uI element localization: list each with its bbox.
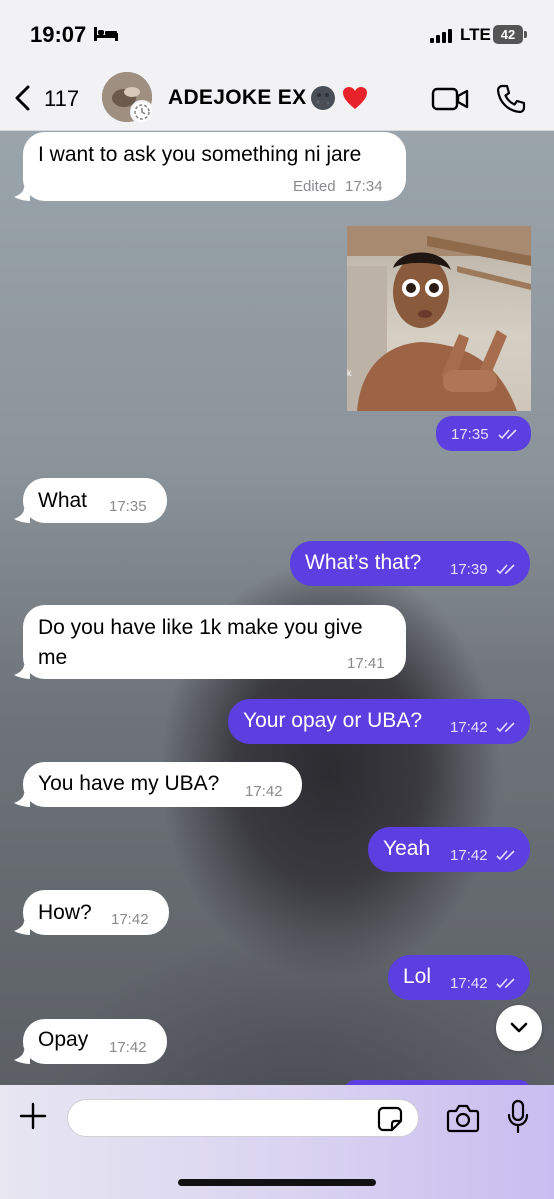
message-incoming[interactable]: Opay 17:42: [23, 1019, 167, 1064]
message-composer: [0, 1085, 554, 1199]
read-receipt-icon: [496, 978, 515, 989]
message-text: How?: [38, 901, 92, 924]
message-time: 17:42: [450, 847, 488, 864]
message-text: Your opay or UBA?: [243, 709, 423, 732]
message-text: What’s that?: [305, 551, 422, 574]
plus-icon[interactable]: [19, 1102, 47, 1130]
message-text: Yeah: [383, 837, 431, 860]
edited-label: Edited: [293, 178, 336, 195]
back-unread-count[interactable]: 117: [44, 86, 79, 112]
message-text: Opay: [38, 1028, 89, 1051]
read-receipt-icon: [498, 429, 517, 440]
network-type: LTE: [460, 25, 491, 44]
message-outgoing[interactable]: Yeah 17:42: [368, 827, 530, 872]
message-input[interactable]: [67, 1099, 419, 1137]
message-time: 17:35: [109, 498, 147, 515]
message-time: 17:42: [245, 783, 283, 800]
story-timer-icon: [130, 100, 154, 124]
phone-call-icon[interactable]: [495, 83, 527, 115]
home-indicator: [178, 1179, 376, 1186]
message-outgoing[interactable]: Lol 17:42: [388, 955, 530, 1000]
message-text: I want to ask you something ni jare: [38, 143, 362, 166]
message-time: 17:35: [451, 426, 489, 443]
chat-header: 117 ADEJOKE EX: [0, 72, 554, 131]
battery-tip: [524, 31, 527, 38]
photo-image: k: [347, 226, 531, 411]
contact-name[interactable]: ADEJOKE EX: [168, 86, 306, 110]
message-time: 17:42: [450, 719, 488, 736]
message-text-line2: me: [38, 646, 68, 669]
sticker-icon[interactable]: [377, 1106, 403, 1132]
message-text: What: [38, 489, 88, 512]
message-outgoing[interactable]: Your opay or UBA? 17:42: [228, 699, 530, 744]
read-receipt-icon: [496, 850, 515, 861]
message-incoming[interactable]: You have my UBA? 17:42: [23, 762, 302, 807]
message-text: Lol: [403, 965, 432, 988]
photo-message[interactable]: k: [347, 226, 531, 411]
message-outgoing[interactable]: What’s that? 17:39: [290, 541, 530, 586]
message-time: 17:42: [111, 911, 149, 928]
message-text: You have my UBA?: [38, 772, 220, 795]
microphone-icon[interactable]: [506, 1099, 530, 1135]
red-heart-icon: [343, 87, 367, 109]
back-chevron-icon[interactable]: [12, 84, 34, 112]
signal-icon: [430, 29, 452, 43]
message-incoming[interactable]: What 17:35: [23, 478, 167, 523]
message-incoming[interactable]: How? 17:42: [23, 890, 169, 935]
message-time: 17:41: [347, 655, 385, 672]
message-time: 17:42: [450, 975, 488, 992]
read-receipt-icon: [496, 722, 515, 733]
status-bar: 19:07 LTE 42: [0, 0, 554, 72]
new-moon-face-icon: [311, 86, 335, 110]
message-incoming[interactable]: Do you have like 1k make you give me 17:…: [23, 605, 406, 679]
svg-text:k: k: [347, 368, 352, 378]
status-time: 19:07: [30, 22, 87, 47]
message-time: 17:39: [450, 561, 488, 578]
message-incoming[interactable]: I want to ask you something ni jare Edit…: [23, 132, 406, 201]
scroll-to-bottom-button[interactable]: [496, 1005, 542, 1051]
image-caption-bubble: 17:35: [436, 416, 531, 451]
camera-icon[interactable]: [446, 1103, 480, 1133]
message-text-line1: Do you have like 1k make you give: [38, 616, 363, 639]
message-time: 17:34: [345, 178, 383, 195]
bed-icon: [94, 27, 118, 41]
message-time: 17:42: [109, 1039, 147, 1056]
video-call-icon[interactable]: [431, 86, 469, 112]
read-receipt-icon: [496, 564, 515, 575]
battery-icon: 42: [493, 25, 523, 44]
chevron-down-icon: [510, 1022, 528, 1033]
